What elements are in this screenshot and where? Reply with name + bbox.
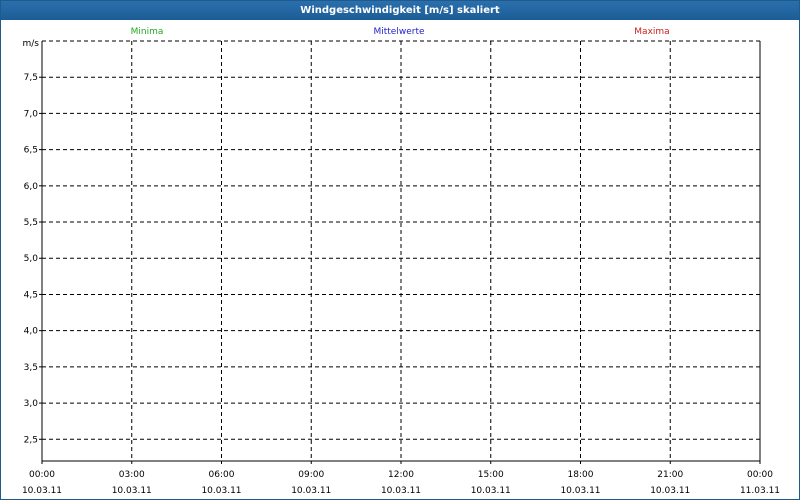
- x-tick-time-label: 12:00: [388, 470, 414, 480]
- y-tick-label: 4,0: [24, 327, 39, 337]
- x-tick-date-label: 10.03.11: [471, 486, 511, 496]
- x-tick-date-label: 10.03.11: [650, 486, 690, 496]
- wind-speed-chart: Minima Mittelwerte Maxima 2,5 3,0 3,5 4,0 4,5 5…: [22, 27, 780, 496]
- x-tick-date-label: 10.03.11: [560, 486, 600, 496]
- x-tick-time-label: 06:00: [209, 470, 235, 480]
- legend-entry-maxima: Maxima: [634, 27, 669, 37]
- legend-entry-mittelwerte: Mittelwerte: [373, 27, 424, 37]
- x-tick-date-label: 11.03.11: [740, 486, 780, 496]
- y-tick-label: 7,5: [24, 73, 38, 83]
- x-tick-date-label: 10.03.11: [201, 486, 241, 496]
- y-tick-label: 6,5: [24, 146, 38, 156]
- y-tick-label: 3,5: [24, 363, 38, 373]
- y-tick-label: 2,5: [24, 435, 38, 445]
- y-tick-label: 4,5: [24, 290, 38, 300]
- x-tick-time-label: 00:00: [747, 470, 773, 480]
- x-tick-time-label: 00:00: [29, 470, 55, 480]
- y-tick-label: 5,0: [24, 254, 39, 264]
- x-axis-ticks: 00:00 10.03.11 03:00 10.03.11 06:00 10.03.11 0…: [22, 461, 780, 496]
- y-tick-label: 3,0: [24, 399, 39, 409]
- legend: Minima Mittelwerte Maxima: [131, 27, 670, 37]
- x-tick-time-label: 03:00: [119, 470, 145, 480]
- y-tick-label: 5,5: [24, 218, 38, 228]
- y-axis-ticks: 2,5 3,0 3,5 4,0 4,5 5,0 5,5 6,0 6,5 7,0 7,5: [24, 73, 42, 445]
- chart-window: Windgeschwindigkeit [m/s] skaliert Minim…: [0, 0, 800, 500]
- y-tick-label: 6,0: [24, 182, 39, 192]
- x-tick-time-label: 09:00: [298, 470, 324, 480]
- legend-entry-minima: Minima: [131, 27, 164, 37]
- y-tick-label: 7,0: [24, 109, 39, 119]
- x-tick-time-label: 18:00: [568, 470, 594, 480]
- x-tick-time-label: 15:00: [478, 470, 504, 480]
- x-tick-date-label: 10.03.11: [112, 486, 152, 496]
- x-tick-time-label: 21:00: [657, 470, 683, 480]
- x-tick-date-label: 10.03.11: [291, 486, 331, 496]
- chart-title: Windgeschwindigkeit [m/s] skaliert: [1, 1, 799, 20]
- y-axis-unit-label: m/s: [23, 39, 40, 49]
- x-tick-date-label: 10.03.11: [22, 486, 62, 496]
- x-tick-date-label: 10.03.11: [381, 486, 421, 496]
